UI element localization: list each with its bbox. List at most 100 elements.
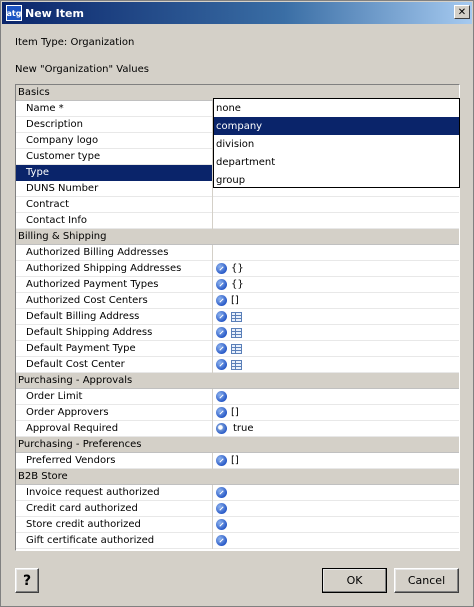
- property-row[interactable]: Credit card authorized: [16, 500, 459, 517]
- property-value-text: true: [233, 423, 254, 434]
- property-value[interactable]: [213, 517, 459, 533]
- property-name: Preferred Vendors: [16, 452, 213, 469]
- edit-icon[interactable]: [216, 327, 227, 338]
- edit-icon[interactable]: [216, 503, 227, 514]
- property-name: Store credit authorized: [16, 516, 213, 533]
- property-name: Credit card authorized: [16, 500, 213, 517]
- property-name: Order Limit: [16, 388, 213, 405]
- property-value[interactable]: [213, 533, 459, 549]
- property-row[interactable]: Default Payment Type: [16, 340, 459, 357]
- table-icon[interactable]: [231, 343, 242, 354]
- edit-icon[interactable]: [216, 263, 227, 274]
- edit-icon[interactable]: [216, 391, 227, 402]
- property-row[interactable]: Authorized Payment Types {}: [16, 276, 459, 293]
- property-value[interactable]: [213, 389, 459, 405]
- property-value-text: []: [231, 407, 239, 418]
- property-value[interactable]: [213, 213, 459, 229]
- property-name: Default Shipping Address: [16, 324, 213, 341]
- close-button[interactable]: ✕: [454, 5, 470, 19]
- edit-icon[interactable]: [216, 407, 227, 418]
- title-bar[interactable]: atg New Item ✕: [2, 2, 472, 24]
- property-name: Gift certificate authorized: [16, 532, 213, 549]
- property-row[interactable]: Store credit authorized: [16, 516, 459, 533]
- property-row[interactable]: Contact Info: [16, 212, 459, 229]
- edit-icon[interactable]: [216, 519, 227, 530]
- section-header: Purchasing - Approvals: [16, 373, 459, 389]
- property-value-text: []: [231, 295, 239, 306]
- edit-icon[interactable]: [216, 487, 227, 498]
- dropdown-option[interactable]: none: [214, 99, 459, 117]
- property-value[interactable]: []: [213, 453, 459, 469]
- property-name: Order Approvers: [16, 404, 213, 421]
- item-type-label: Item Type: Organization: [15, 37, 135, 48]
- property-value[interactable]: []: [213, 293, 459, 309]
- property-row[interactable]: Default Shipping Address: [16, 324, 459, 341]
- property-value[interactable]: [213, 309, 459, 325]
- property-value[interactable]: [213, 485, 459, 501]
- property-name: Approval Required: [16, 420, 213, 437]
- property-value[interactable]: {}: [213, 261, 459, 277]
- property-name: Default Payment Type: [16, 340, 213, 357]
- property-row[interactable]: Gift certificate authorized: [16, 532, 459, 549]
- dropdown-option[interactable]: company: [214, 117, 459, 135]
- property-name: Name *: [16, 100, 213, 117]
- window-title: New Item: [25, 6, 84, 20]
- property-name: Default Cost Center: [16, 356, 213, 373]
- property-row[interactable]: Invoice request authorized: [16, 484, 459, 501]
- values-heading: New "Organization" Values: [15, 64, 149, 75]
- edit-icon[interactable]: [216, 535, 227, 546]
- property-value[interactable]: [213, 325, 459, 341]
- property-value[interactable]: [213, 357, 459, 373]
- enum-icon[interactable]: [216, 423, 227, 434]
- dropdown-option[interactable]: division: [214, 135, 459, 153]
- section-header: Billing & Shipping: [16, 229, 459, 245]
- table-icon[interactable]: [231, 327, 242, 338]
- property-name: Contact Info: [16, 212, 213, 229]
- property-value-text: {}: [231, 263, 244, 274]
- property-row[interactable]: Default Billing Address: [16, 308, 459, 325]
- section-header: B2B Store: [16, 469, 459, 485]
- property-name: DUNS Number: [16, 180, 213, 197]
- edit-icon[interactable]: [216, 279, 227, 290]
- property-row[interactable]: Approval Required true: [16, 420, 459, 437]
- edit-icon[interactable]: [216, 455, 227, 466]
- property-name: Authorized Billing Addresses: [16, 244, 213, 261]
- property-value[interactable]: [213, 341, 459, 357]
- property-name: Invoice request authorized: [16, 484, 213, 501]
- property-row[interactable]: Order Limit: [16, 388, 459, 405]
- ok-button[interactable]: OK: [322, 568, 387, 593]
- new-item-dialog: atg New Item ✕ Item Type: Organization N…: [0, 0, 474, 607]
- dropdown-option[interactable]: department: [214, 153, 459, 171]
- table-icon[interactable]: [231, 359, 242, 370]
- property-value[interactable]: []: [213, 405, 459, 421]
- property-name: Authorized Payment Types: [16, 276, 213, 293]
- cancel-button[interactable]: Cancel: [394, 568, 459, 593]
- edit-icon[interactable]: [216, 311, 227, 322]
- property-row[interactable]: Authorized Shipping Addresses {}: [16, 260, 459, 277]
- property-name: Authorized Shipping Addresses: [16, 260, 213, 277]
- property-value-text: {}: [231, 279, 244, 290]
- property-name: Contract: [16, 196, 213, 213]
- type-dropdown-list: none company division department group: [213, 98, 460, 188]
- property-row[interactable]: Preferred Vendors []: [16, 452, 459, 469]
- property-value[interactable]: true: [213, 421, 459, 437]
- property-name: Authorized Cost Centers: [16, 292, 213, 309]
- edit-icon[interactable]: [216, 359, 227, 370]
- table-icon[interactable]: [231, 311, 242, 322]
- dropdown-option[interactable]: group: [214, 171, 459, 189]
- property-name: Type: [16, 164, 213, 181]
- property-value-text: []: [231, 455, 239, 466]
- property-row[interactable]: Authorized Cost Centers []: [16, 292, 459, 309]
- edit-icon[interactable]: [216, 343, 227, 354]
- property-row[interactable]: Default Cost Center: [16, 356, 459, 373]
- property-row[interactable]: Contract: [16, 196, 459, 213]
- property-value[interactable]: [213, 501, 459, 517]
- property-row[interactable]: Order Approvers []: [16, 404, 459, 421]
- help-button[interactable]: ?: [15, 568, 39, 593]
- property-value[interactable]: [213, 197, 459, 213]
- property-value[interactable]: [213, 245, 459, 261]
- atg-app-icon: atg: [6, 5, 22, 21]
- edit-icon[interactable]: [216, 295, 227, 306]
- property-row[interactable]: Authorized Billing Addresses: [16, 244, 459, 261]
- property-value[interactable]: {}: [213, 277, 459, 293]
